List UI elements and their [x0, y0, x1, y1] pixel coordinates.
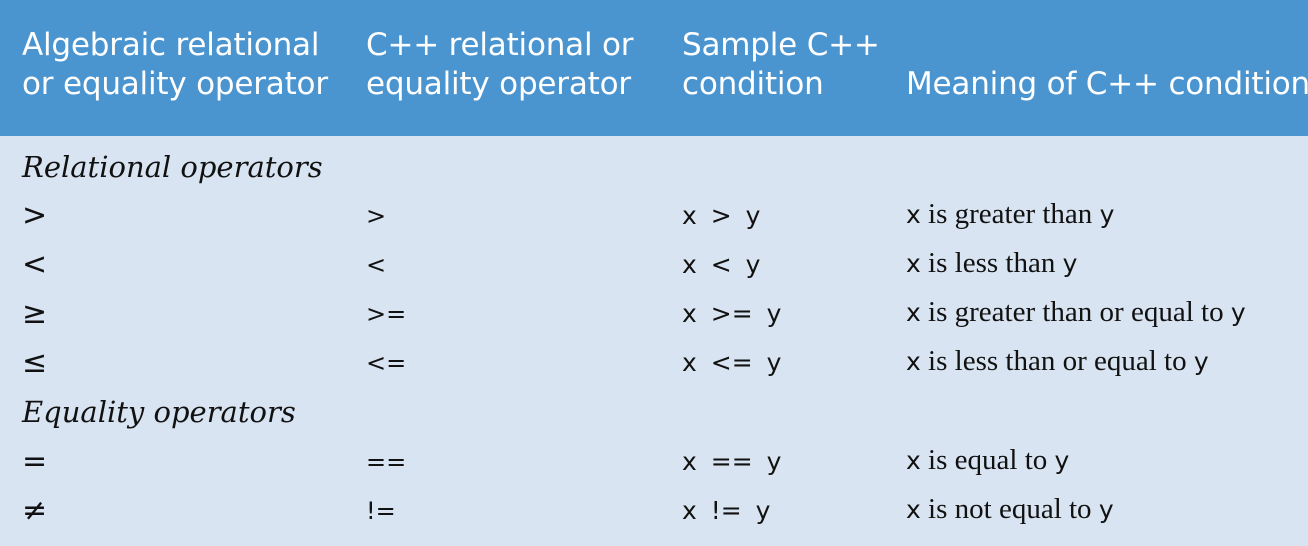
table-header: Algebraic relational or equality operato… [0, 0, 1308, 136]
table-row: ≥ >= x >= y x is greater than or equal t… [0, 296, 1308, 345]
meaning-var-x: x [906, 347, 921, 376]
header-cpp-operator: C++ relational or equality operator [366, 26, 634, 104]
algebraic-operator: < [22, 247, 48, 282]
algebraic-operator: > [22, 198, 48, 233]
header-text: Sample C++ [682, 27, 880, 63]
cpp-operator: >= [366, 300, 407, 328]
meaning-text: is equal to [920, 444, 1055, 476]
meaning: x is less than y [906, 247, 1077, 280]
header-sample-condition: Sample C++ condition [682, 26, 880, 104]
table-row: ≤ <= x <= y x is less than or equal to y [0, 345, 1308, 394]
meaning-var-y: y [1230, 298, 1246, 327]
meaning-var-y: y [1062, 249, 1078, 278]
meaning: x is greater than y [906, 198, 1114, 231]
table-row: > > x > y x is greater than y [0, 198, 1308, 247]
operators-table: Algebraic relational or equality operato… [0, 0, 1308, 546]
header-text: condition [682, 66, 824, 102]
cpp-operator: > [366, 202, 387, 230]
table-row: ≠ != x != y x is not equal to y [0, 493, 1308, 542]
meaning-text: is less than or equal to [920, 345, 1194, 377]
cpp-operator: <= [366, 349, 407, 377]
meaning-var-y: y [1193, 347, 1209, 376]
meaning-var-y: y [1099, 200, 1115, 229]
meaning-text: is less than [920, 247, 1063, 279]
header-text: Meaning of C++ condition [906, 66, 1308, 102]
sample-condition: x == y [682, 447, 782, 476]
meaning-text: is greater than or equal to [920, 296, 1231, 328]
table-row: = == x == y x is equal to y [0, 444, 1308, 493]
sample-condition: x >= y [682, 299, 782, 328]
header-meaning: Meaning of C++ condition [906, 65, 1308, 104]
algebraic-operator: ≥ [22, 296, 48, 331]
meaning: x is less than or equal to y [906, 345, 1209, 378]
meaning-text: is not equal to [920, 493, 1099, 525]
meaning-var-x: x [906, 200, 921, 229]
algebraic-operator: ≤ [22, 345, 48, 380]
sample-condition: x < y [682, 250, 761, 279]
meaning-var-x: x [906, 298, 921, 327]
meaning-var-y: y [1054, 446, 1070, 475]
table-row: < < x < y x is less than y [0, 247, 1308, 296]
algebraic-operator: = [22, 444, 48, 479]
header-algebraic-operator: Algebraic relational or equality operato… [22, 26, 328, 104]
cpp-operator: == [366, 448, 407, 476]
meaning: x is greater than or equal to y [906, 296, 1246, 329]
meaning-var-x: x [906, 495, 921, 524]
section-title-relational: Relational operators [22, 150, 323, 184]
meaning-var-x: x [906, 249, 921, 278]
header-text: C++ relational or [366, 27, 634, 63]
header-text: Algebraic relational [22, 27, 320, 63]
section-title-equality: Equality operators [22, 395, 296, 429]
cpp-operator: < [366, 251, 387, 279]
header-text: equality operator [366, 66, 631, 102]
meaning: x is not equal to y [906, 493, 1114, 526]
sample-condition: x <= y [682, 348, 782, 377]
cpp-operator: != [366, 497, 396, 525]
meaning-var-y: y [1098, 495, 1114, 524]
meaning-text: is greater than [920, 198, 1100, 230]
algebraic-operator: ≠ [22, 493, 48, 528]
header-text: or equality operator [22, 66, 328, 102]
meaning: x is equal to y [906, 444, 1069, 477]
meaning-var-x: x [906, 446, 921, 475]
sample-condition: x > y [682, 201, 761, 230]
sample-condition: x != y [682, 496, 771, 525]
